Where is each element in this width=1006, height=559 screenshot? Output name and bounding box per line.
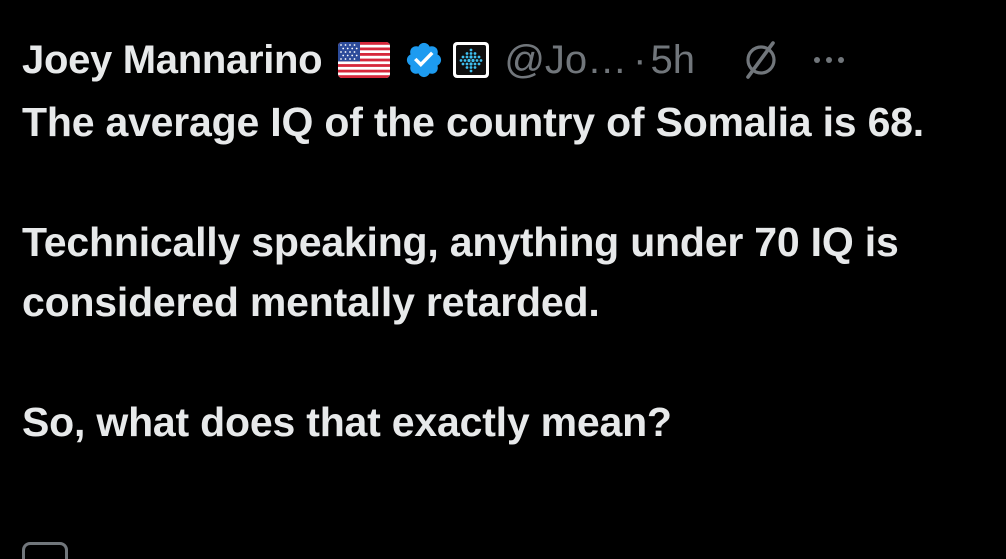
timestamp[interactable]: 5h xyxy=(651,38,696,83)
tweet-header: Joey Mannarino @Jo… · 5h xyxy=(22,30,992,90)
tweet-paragraph: Technically speaking, anything under 70 … xyxy=(22,219,899,325)
tweet-text: The average IQ of the country of Somalia… xyxy=(22,92,992,452)
separator-dot: · xyxy=(633,37,647,82)
tweet-paragraph: So, what does that exactly mean? xyxy=(22,399,672,445)
verified-badge-icon[interactable] xyxy=(404,40,444,80)
more-options-icon[interactable] xyxy=(809,40,849,80)
affiliate-badge-icon[interactable] xyxy=(452,41,490,79)
grok-icon[interactable] xyxy=(739,38,783,82)
author-name[interactable]: Joey Mannarino xyxy=(22,38,323,83)
us-flag-icon xyxy=(338,42,391,78)
tweet[interactable]: Joey Mannarino @Jo… · 5h The average IQ … xyxy=(22,30,992,452)
tweet-paragraph: The average IQ of the country of Somalia… xyxy=(22,99,924,145)
author-handle[interactable]: @Jo… xyxy=(504,38,627,83)
